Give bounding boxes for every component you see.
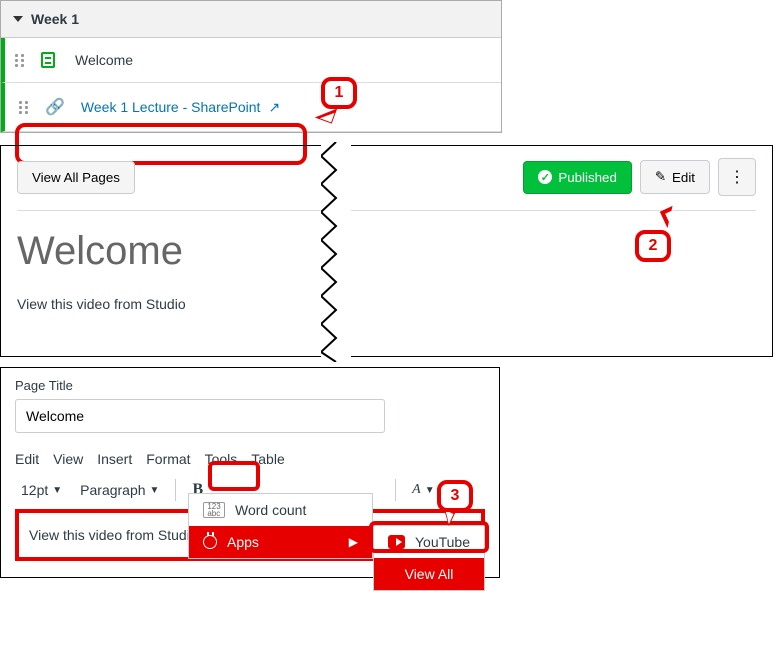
caret-down-icon <box>13 16 23 22</box>
separator <box>175 479 176 501</box>
page-view-panel: View All Pages ✓ Published ✎ Edit ⋮ Welc… <box>0 145 773 357</box>
menu-insert[interactable]: Insert <box>97 451 132 467</box>
torn-edge-decoration <box>321 142 351 362</box>
view-all-pages-button[interactable]: View All Pages <box>17 161 135 194</box>
external-link-icon: ↗ <box>268 99 280 116</box>
edit-button[interactable]: ✎ Edit <box>640 160 710 194</box>
page-title-label: Page Title <box>15 378 485 393</box>
chevron-down-icon: ▼ <box>52 485 62 496</box>
module-item-title: Welcome <box>75 52 133 68</box>
drag-handle-icon[interactable] <box>19 101 31 114</box>
separator <box>395 479 396 501</box>
page-icon <box>41 52 55 68</box>
text-color-icon: A <box>412 482 421 498</box>
module-title: Week 1 <box>31 11 79 27</box>
page-edit-panel: Page Title Edit View Insert Format Tools… <box>0 367 500 578</box>
module-header[interactable]: Week 1 <box>1 1 501 38</box>
check-icon: ✓ <box>538 170 552 184</box>
more-options-button[interactable]: ⋮ <box>718 158 756 196</box>
published-button[interactable]: ✓ Published <box>523 161 632 194</box>
page-toolbar: View All Pages ✓ Published ✎ Edit ⋮ <box>17 158 756 211</box>
button-label: Published <box>558 170 617 185</box>
button-label: Edit <box>672 170 695 185</box>
page-title-input[interactable] <box>15 399 385 433</box>
menu-edit[interactable]: Edit <box>15 451 39 467</box>
link-icon: 🔗 <box>45 97 65 117</box>
modules-panel: Week 1 Welcome 🔗 Week 1 Lecture - ShareP… <box>0 0 502 133</box>
dropdown-item-label: View All <box>405 566 454 582</box>
chevron-right-icon: ▶ <box>349 535 358 549</box>
tools-apps[interactable]: Apps ▶ <box>189 526 372 558</box>
block-format-select[interactable]: Paragraph ▼ <box>74 478 165 502</box>
menu-view[interactable]: View <box>53 451 83 467</box>
dropdown-item-label: Word count <box>235 502 306 518</box>
text-color-button[interactable]: A▼ <box>406 478 440 502</box>
menu-format[interactable]: Format <box>146 451 190 467</box>
pencil-icon: ✎ <box>655 169 666 185</box>
annotation-label: 1 <box>321 77 357 109</box>
annotation-box <box>369 521 489 553</box>
plug-icon <box>203 535 217 549</box>
annotation-label: 3 <box>437 480 473 512</box>
font-size-label: 12pt <box>21 482 48 498</box>
word-count-icon: 123abc <box>203 502 225 518</box>
page-body-text: View this video from Studio <box>17 296 756 312</box>
editor-content-text: View this video from Studio <box>29 527 198 543</box>
dropdown-item-label: Apps <box>227 534 259 550</box>
font-size-select[interactable]: 12pt ▼ <box>15 478 68 502</box>
annotation-label: 2 <box>635 230 671 262</box>
module-item-welcome[interactable]: Welcome <box>1 38 501 83</box>
button-label: View All Pages <box>32 170 120 185</box>
chevron-down-icon: ▼ <box>425 485 435 496</box>
tools-dropdown: 123abc Word count Apps ▶ <box>188 493 373 559</box>
apps-view-all[interactable]: View All <box>374 558 484 590</box>
annotation-box <box>208 461 260 491</box>
drag-handle-icon[interactable] <box>15 54 27 67</box>
tools-word-count[interactable]: 123abc Word count <box>189 494 372 526</box>
chevron-down-icon: ▼ <box>150 485 160 496</box>
block-format-label: Paragraph <box>80 482 145 498</box>
kebab-icon: ⋮ <box>729 167 745 187</box>
module-item-title: Week 1 Lecture - SharePoint <box>81 99 261 115</box>
